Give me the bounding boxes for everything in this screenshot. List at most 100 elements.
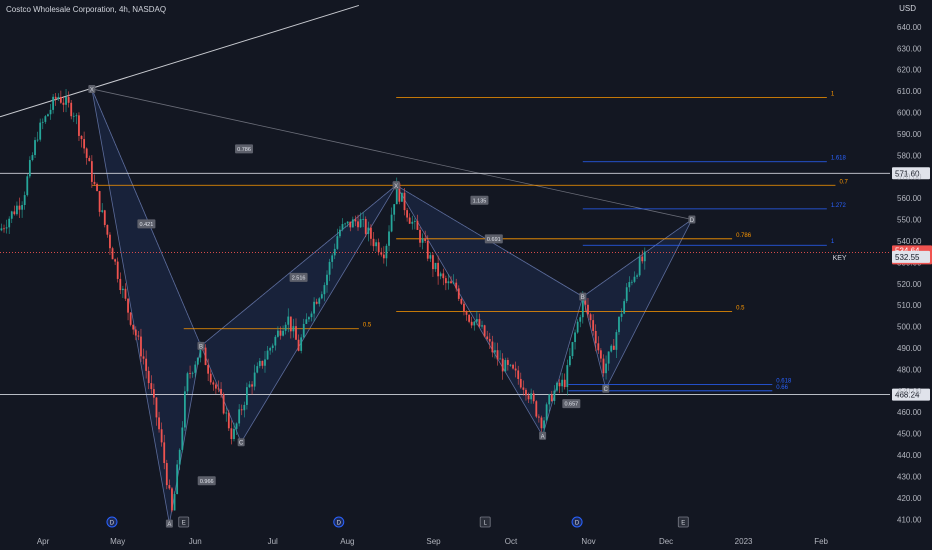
candle-body [349, 221, 352, 228]
fib-label-6: 1.272 [831, 203, 847, 209]
pattern-point-1: A [167, 522, 171, 528]
candle-body [318, 298, 321, 304]
candle-body [579, 317, 582, 322]
candle-body [439, 273, 442, 277]
y-tick-label: 500.00 [897, 323, 922, 332]
candle-body [641, 256, 644, 262]
candle-body [21, 205, 24, 210]
candle-body [612, 345, 615, 350]
candle-body [308, 317, 310, 320]
candle-body [377, 242, 380, 253]
candle-body [191, 372, 194, 374]
candle-body [543, 420, 545, 429]
candle-body [370, 227, 372, 239]
x-tick-label: 2023 [735, 537, 753, 546]
chart-canvas[interactable]: 10.7860.50.70.51.6181.27210.6180.66 XABC… [0, 0, 932, 550]
candle-body [34, 140, 36, 156]
candle-body [460, 298, 463, 304]
candle-body [52, 96, 55, 110]
candle-body [158, 417, 160, 430]
candle-body [444, 278, 447, 284]
candle-body [496, 350, 499, 360]
candle-body [271, 345, 274, 349]
event-marker-label-1: E [182, 521, 186, 527]
candle-body [72, 115, 75, 117]
candle-body [261, 360, 264, 366]
candle-body [207, 365, 210, 374]
candle-body [509, 364, 512, 366]
candle-body [362, 218, 365, 220]
pattern-point-3: C [239, 441, 244, 447]
candle-body [147, 370, 150, 384]
candle-body [416, 220, 419, 230]
candle-body [442, 273, 445, 279]
candle-body [323, 285, 326, 295]
candle-body [457, 288, 460, 299]
candle-body [106, 224, 109, 235]
candle-body [230, 428, 233, 440]
ratio-label-2: 2.516 [292, 275, 306, 281]
candle-body [109, 234, 111, 249]
candle-body [527, 395, 530, 400]
candle-body [116, 261, 119, 279]
candle-body [258, 360, 261, 367]
candle-body [455, 282, 458, 289]
y-tick-label: 540.00 [897, 237, 922, 246]
candle-body [571, 342, 574, 357]
candle-body [168, 485, 171, 489]
candle-body [305, 319, 308, 324]
candle-body [344, 223, 346, 225]
candle-body [44, 116, 47, 122]
candle-body [90, 161, 93, 182]
candle-body [171, 488, 173, 511]
prev-price-value: 532.55 [895, 253, 920, 262]
candle-body [465, 311, 468, 315]
candle-body [589, 314, 592, 321]
candle-body [331, 255, 334, 262]
x-tick-label: Apr [37, 537, 50, 546]
candle-body [160, 429, 163, 443]
ratio-label-6: 0.657 [564, 402, 578, 408]
fib-label-8: 0.618 [776, 378, 792, 384]
candle-body [212, 382, 215, 385]
candle-body [101, 210, 104, 212]
candle-body [165, 463, 168, 486]
candle-body [85, 148, 88, 158]
candle-body [388, 231, 390, 246]
candle-body [225, 412, 228, 414]
candle-body [408, 217, 411, 224]
candle-body [67, 96, 70, 103]
candle-body [393, 204, 396, 215]
candle-body [605, 363, 607, 374]
candle-body [114, 259, 117, 262]
candle-body [256, 366, 259, 373]
candle-body [506, 360, 509, 365]
candle-body [93, 181, 96, 184]
candle-body [181, 427, 184, 450]
candle-body [630, 281, 633, 283]
candle-body [339, 229, 341, 237]
fib-label-1: 0.786 [736, 233, 752, 239]
candle-body [437, 262, 440, 277]
candle-body [473, 321, 476, 326]
x-tick-label: Nov [581, 537, 595, 546]
candle-body [367, 227, 370, 234]
candle-body [62, 102, 65, 105]
candle-body [235, 423, 238, 429]
y-tick-label: 520.00 [897, 280, 922, 289]
candle-body [129, 312, 132, 325]
candle-body [274, 336, 277, 346]
candle-body [328, 261, 331, 275]
candle-body [382, 254, 385, 259]
candle-body [279, 330, 282, 336]
candle-body [183, 391, 186, 428]
candle-body [592, 320, 595, 331]
candle-body [196, 357, 199, 365]
y-tick-label: 570.00 [897, 173, 922, 182]
y-tick-label: 470.00 [897, 387, 922, 396]
candle-body [429, 255, 432, 259]
candle-body [553, 390, 556, 401]
candle-body [519, 378, 522, 388]
candle-body [152, 389, 155, 398]
candle-body [432, 255, 434, 270]
